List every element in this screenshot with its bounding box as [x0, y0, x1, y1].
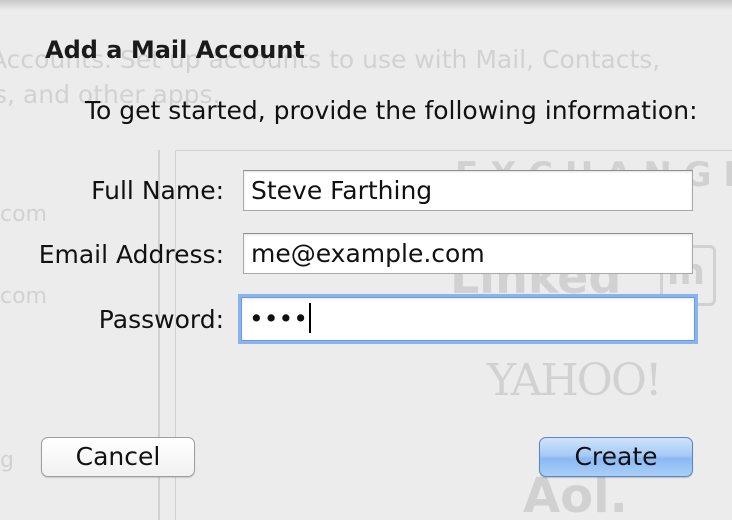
- background-account-item: g: [0, 448, 14, 473]
- full-name-field[interactable]: Steve Farthing: [243, 170, 693, 211]
- sheet-subtitle: To get started, provide the following in…: [85, 96, 698, 125]
- sheet-top-shadow: [0, 0, 732, 10]
- yahoo-logo: YAHOO!: [487, 355, 663, 406]
- password-field[interactable]: ••••: [241, 297, 695, 341]
- background-account-item: com: [0, 284, 47, 309]
- email-address-label: Email Address:: [38, 240, 224, 269]
- email-address-field[interactable]: me@example.com: [243, 233, 693, 274]
- full-name-label: Full Name:: [91, 176, 224, 205]
- password-label: Password:: [98, 305, 224, 334]
- text-caret: [308, 303, 311, 333]
- cancel-button[interactable]: Cancel: [41, 437, 195, 477]
- background-account-item: com: [0, 202, 47, 227]
- password-dots: ••••: [249, 304, 308, 333]
- create-button[interactable]: Create: [539, 437, 693, 477]
- sheet-title: Add a Mail Account: [45, 36, 305, 64]
